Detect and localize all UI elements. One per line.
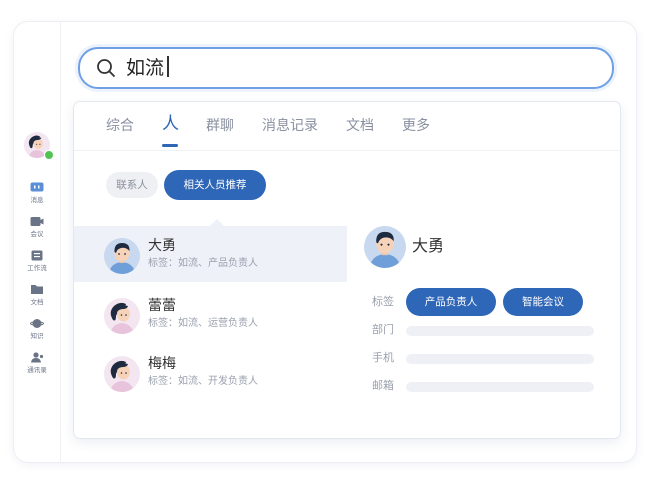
result-row[interactable]: 大勇 标签：如流、产品负责人: [74, 226, 347, 282]
sidebar: 消息 会议 工作流 文档 知识 通讯录: [14, 22, 61, 462]
result-name: 蕾蕾: [148, 298, 176, 314]
tab-documents[interactable]: 文档: [346, 116, 374, 136]
filter-recommended-people[interactable]: 相关人员推荐: [164, 170, 266, 200]
online-status-dot: [44, 150, 54, 160]
avatar: [104, 356, 140, 392]
active-tab-indicator: [162, 144, 178, 147]
phone-label: 手机: [372, 351, 394, 364]
man-avatar-icon: [364, 226, 406, 268]
knowledge-icon: [30, 319, 44, 328]
workflow-icon: [31, 250, 43, 261]
sidebar-item-label: 通讯录: [27, 366, 47, 374]
result-name: 梅梅: [148, 356, 176, 372]
tab-all[interactable]: 综合: [106, 116, 134, 136]
detail-name: 大勇: [412, 236, 445, 255]
tab-more[interactable]: 更多: [402, 116, 430, 136]
woman-avatar-icon: [104, 298, 140, 334]
sidebar-item-workflow[interactable]: 工作流: [14, 250, 60, 272]
department-label: 部门: [372, 323, 394, 336]
sidebar-item-documents[interactable]: 文档: [14, 284, 60, 306]
result-tabs: 综合 人 群聊 消息记录 文档 更多: [74, 102, 620, 151]
search-query-line: 如流: [126, 56, 169, 80]
email-label: 邮箱: [372, 379, 394, 392]
sidebar-item-messages[interactable]: 消息: [14, 182, 60, 204]
sidebar-item-label: 会议: [30, 230, 44, 238]
search-icon: [97, 59, 115, 77]
woman-avatar-icon: [104, 356, 140, 392]
sidebar-item-knowledge[interactable]: 知识: [14, 318, 60, 340]
sidebar-item-label: 消息: [30, 196, 44, 204]
filter-pointer: [210, 219, 224, 226]
result-tags: 标签：如流、开发负责人: [148, 376, 258, 387]
document-icon: [31, 285, 43, 294]
result-row[interactable]: 梅梅 标签：如流、开发负责人: [74, 344, 347, 400]
department-value-placeholder: [406, 326, 594, 336]
avatar: [364, 226, 406, 268]
tab-message-history[interactable]: 消息记录: [262, 116, 318, 136]
avatar: [104, 298, 140, 334]
email-value-placeholder: [406, 382, 594, 392]
tab-people[interactable]: 人: [162, 114, 179, 134]
tag-chip[interactable]: 智能会议: [503, 288, 583, 316]
sidebar-item-meetings[interactable]: 会议: [14, 216, 60, 238]
search-input[interactable]: 如流: [78, 47, 614, 89]
sidebar-item-contacts[interactable]: 通讯录: [14, 352, 60, 374]
search-results-dropdown: 综合 人 群聊 消息记录 文档 更多 联系人 相关人员推荐 大勇 标签：如流、产…: [74, 102, 620, 438]
message-icon: [30, 182, 44, 192]
sidebar-item-label: 工作流: [27, 264, 47, 272]
sidebar-item-label: 知识: [30, 332, 44, 340]
avatar: [104, 238, 140, 274]
text-caret: [167, 56, 169, 77]
sidebar-item-label: 文档: [30, 298, 44, 306]
result-name: 大勇: [148, 238, 176, 254]
tag-label: 标签: [372, 295, 394, 308]
search-query: 如流: [126, 57, 165, 79]
result-tags: 标签：如流、运营负责人: [148, 318, 258, 329]
tab-group-chats[interactable]: 群聊: [206, 116, 234, 136]
man-avatar-icon: [104, 238, 140, 274]
contacts-icon: [31, 352, 44, 363]
person-detail-card: 大勇 标签 产品负责人 智能会议 部门 手机 邮箱: [364, 226, 604, 416]
phone-value-placeholder: [406, 354, 594, 364]
result-row[interactable]: 蕾蕾 标签：如流、运营负责人: [74, 286, 347, 342]
tag-chip[interactable]: 产品负责人: [406, 288, 496, 316]
meeting-icon: [30, 217, 44, 226]
filter-contacts[interactable]: 联系人: [106, 172, 158, 198]
result-tags: 标签：如流、产品负责人: [148, 258, 258, 269]
